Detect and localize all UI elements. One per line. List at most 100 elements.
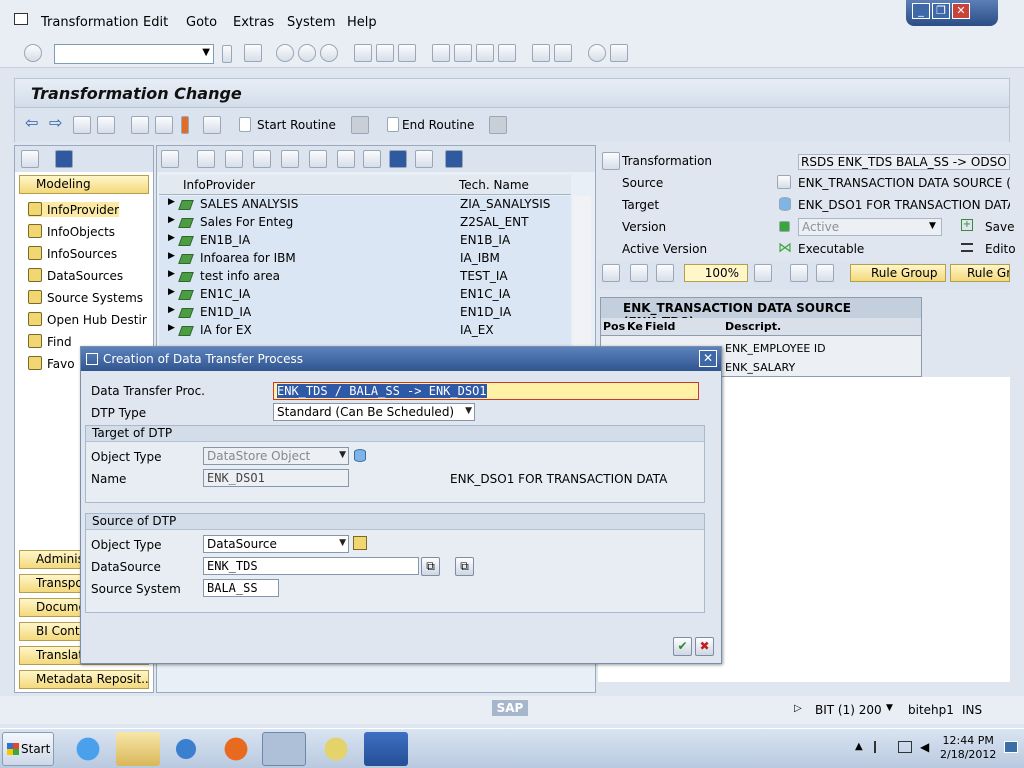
close-icon[interactable] xyxy=(55,150,73,168)
menu-edit[interactable]: Edit xyxy=(143,15,168,30)
modeling-button[interactable]: Modeling xyxy=(19,175,149,194)
help-icon[interactable] xyxy=(588,44,606,62)
table-row[interactable]: ▶ test info area TEST_IA xyxy=(160,269,570,287)
back-icon[interactable] xyxy=(276,44,294,62)
table-row[interactable]: ▶ EN1B_IA EN1B_IA xyxy=(160,233,570,251)
column-header-tech-name[interactable]: Tech. Name xyxy=(459,178,529,192)
tree-item-find[interactable]: Find xyxy=(28,334,72,349)
show-hidden-icons[interactable]: ▲ xyxy=(855,741,863,752)
refresh-icon[interactable] xyxy=(161,150,179,168)
overview-icon[interactable] xyxy=(754,264,772,282)
arrow-left-icon[interactable]: ⇦ xyxy=(25,115,43,134)
expand-arrow-icon[interactable]: ▶ xyxy=(168,251,175,261)
tree-item-favorites[interactable]: Favo xyxy=(28,356,75,371)
previous-page-icon[interactable] xyxy=(454,44,472,62)
internet-explorer-icon[interactable] xyxy=(66,732,110,766)
file-explorer-icon[interactable] xyxy=(116,732,160,766)
cancel-icon[interactable] xyxy=(320,44,338,62)
table-row[interactable]: ▶ EN1C_IA EN1C_IA xyxy=(160,287,570,305)
export-icon[interactable] xyxy=(816,264,834,282)
firefox-icon[interactable] xyxy=(214,732,258,766)
close-icon[interactable] xyxy=(445,150,463,168)
dtp-name-input[interactable]: ENK_TDS / BALA_SS -> ENK_DSO1 xyxy=(273,382,699,400)
expand-arrow-icon[interactable]: ▶ xyxy=(168,287,175,297)
nav-menu-icon[interactable] xyxy=(21,150,39,168)
menu-help[interactable]: Help xyxy=(347,15,377,30)
expand-arrow-icon[interactable]: ▶ xyxy=(168,215,175,225)
dtp-type-select[interactable]: Standard (Can Be Scheduled) ▼ xyxy=(273,403,475,421)
system-clock[interactable]: 12:44 PM 2/18/2012 xyxy=(940,734,996,762)
rule-group-button-2[interactable]: Rule Gro xyxy=(950,264,1010,282)
trash-icon[interactable] xyxy=(351,116,369,134)
rule-group-button[interactable]: Rule Group xyxy=(850,264,946,282)
table-row[interactable]: ▶ SALES ANALYSIS ZIA_SANALYSIS xyxy=(160,197,570,215)
search-help-button[interactable]: ⧉ xyxy=(421,557,440,576)
print-icon[interactable] xyxy=(354,44,372,62)
table-row[interactable]: ▶ Infoarea for IBM IA_IBM xyxy=(160,251,570,269)
tree-item-open-hub[interactable]: Open Hub Destir xyxy=(28,312,150,327)
sap-logon-icon[interactable] xyxy=(262,732,306,766)
status-toggle-icon[interactable]: ▷ xyxy=(794,703,802,714)
trash-icon[interactable] xyxy=(489,116,507,134)
zoom-in-icon[interactable] xyxy=(630,264,648,282)
table-row[interactable]: ▶ Sales For Enteg Z2SAL_ENT xyxy=(160,215,570,233)
edit-pencil-icon[interactable] xyxy=(131,116,149,134)
collapse-all-icon[interactable] xyxy=(225,150,243,168)
expand-icon[interactable] xyxy=(197,150,215,168)
menu-transformation[interactable]: Transformation xyxy=(41,15,139,30)
find-next-icon[interactable] xyxy=(281,150,299,168)
expand-arrow-icon[interactable]: ▶ xyxy=(168,269,175,279)
collapse-icon[interactable] xyxy=(222,45,232,63)
network-icon[interactable] xyxy=(898,741,912,753)
editor-label[interactable]: Edito xyxy=(985,242,1016,256)
expand-arrow-icon[interactable]: ▶ xyxy=(168,197,175,207)
find-next-icon[interactable] xyxy=(398,44,416,62)
object-list-icon[interactable] xyxy=(73,116,91,134)
close-window-button[interactable]: ✕ xyxy=(952,3,970,19)
exit-icon[interactable] xyxy=(298,44,316,62)
minimize-button[interactable]: _ xyxy=(912,3,930,19)
binoculars-icon[interactable] xyxy=(253,150,271,168)
vertical-scrollbar[interactable] xyxy=(573,196,591,346)
command-field[interactable]: ▼ xyxy=(54,44,214,64)
save-icon[interactable] xyxy=(244,44,262,62)
shortcut-icon[interactable] xyxy=(554,44,572,62)
start-routine-button[interactable]: Start Routine xyxy=(257,118,336,132)
expand-arrow-icon[interactable]: ▶ xyxy=(168,233,175,243)
confirm-button[interactable]: ✔ xyxy=(673,637,692,656)
insert-rule-icon[interactable] xyxy=(602,264,620,282)
source-object-type-select[interactable]: DataSource ▼ xyxy=(203,535,349,553)
arrow-right-icon[interactable]: ⇨ xyxy=(49,115,67,134)
table-row[interactable]: ▶ EN1D_IA EN1D_IA xyxy=(160,305,570,323)
flag-icon[interactable] xyxy=(874,741,886,753)
menu-system[interactable]: System xyxy=(287,15,335,30)
version-select[interactable]: Active xyxy=(798,218,942,236)
chevron-down-icon[interactable]: ▼ xyxy=(465,406,472,416)
tools-icon[interactable] xyxy=(155,116,173,134)
tree-item-infosources[interactable]: InfoSources xyxy=(28,246,117,261)
source-system-input[interactable]: BALA_SS xyxy=(203,579,279,597)
nav-button-metadata-repository[interactable]: Metadata Reposit... xyxy=(19,670,149,689)
zoom-out-icon[interactable] xyxy=(656,264,674,282)
next-page-icon[interactable] xyxy=(476,44,494,62)
cancel-button[interactable]: ✖ xyxy=(695,637,714,656)
first-page-icon[interactable] xyxy=(432,44,450,62)
column-header-infoprovider[interactable]: InfoProvider xyxy=(183,178,255,192)
expand-arrow-icon[interactable]: ▶ xyxy=(168,323,175,333)
activate-icon[interactable] xyxy=(181,116,189,134)
volume-icon[interactable]: ◀ xyxy=(920,740,929,754)
chevron-down-icon[interactable]: ▼ xyxy=(339,538,346,548)
navigate-icon[interactable] xyxy=(415,150,433,168)
dialog-close-button[interactable]: ✕ xyxy=(699,350,717,367)
word-icon[interactable] xyxy=(364,732,408,766)
show-desktop-icon[interactable] xyxy=(1004,741,1018,753)
tree-item-infoobjects[interactable]: InfoObjects xyxy=(28,224,115,239)
chevron-down-icon[interactable]: ▼ xyxy=(339,450,346,460)
new-session-icon[interactable] xyxy=(532,44,550,62)
display-icon[interactable] xyxy=(337,150,355,168)
check-icon[interactable] xyxy=(203,116,221,134)
tree-item-infoprovider[interactable]: InfoProvider xyxy=(28,202,120,217)
folder-icon[interactable] xyxy=(363,150,381,168)
find-icon[interactable] xyxy=(376,44,394,62)
restore-button[interactable]: ❐ xyxy=(932,3,950,19)
